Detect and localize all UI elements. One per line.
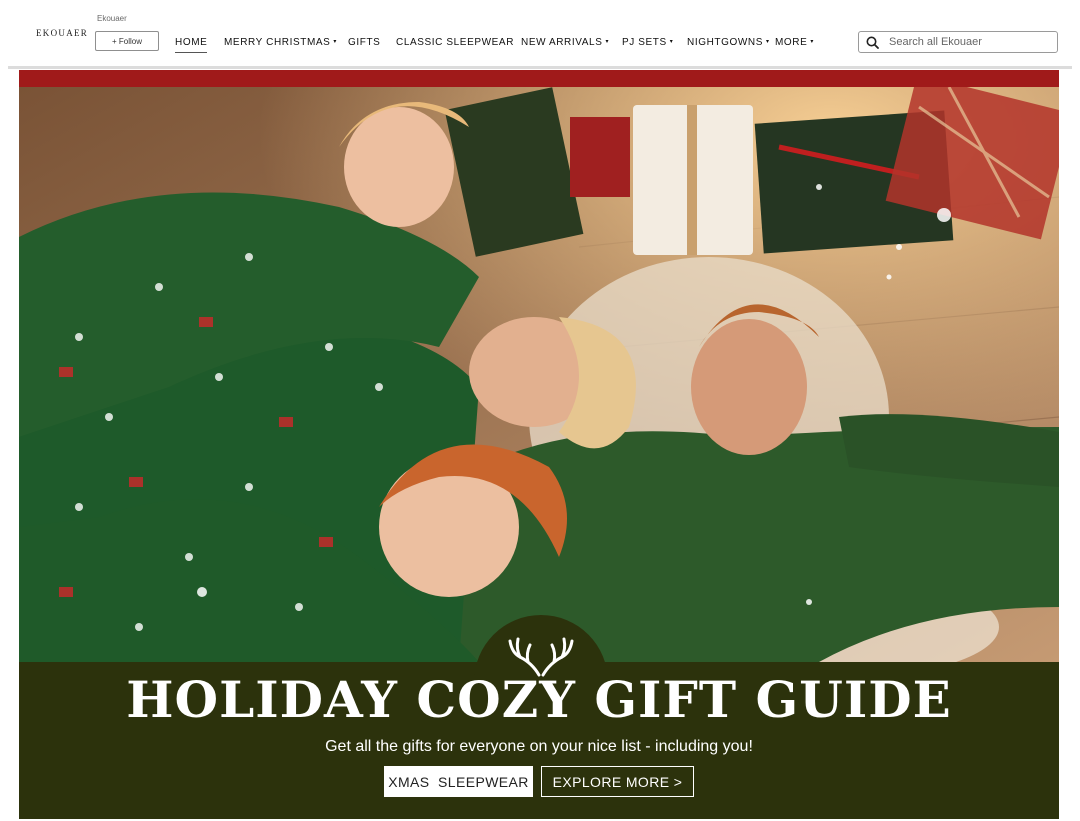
nav-item-more[interactable]: MORE ▾ [775,37,814,48]
follow-button[interactable]: + Follow [95,31,159,51]
chevron-down-icon: ▾ [333,39,338,45]
nav-item-label: NIGHTGOWNS [687,37,763,48]
family-pajamas-photo [19,87,1059,662]
hero-banner[interactable]: HOLIDAY COZY GIFT GUIDE Get all the gift… [19,70,1059,819]
search-box[interactable] [858,31,1058,53]
store-header: EKOUAER Ekouaer + Follow HOME MERRY CHRI… [8,0,1072,69]
nav-item-label: CLASSIC SLEEPWEAR [396,37,515,48]
hero-image [19,87,1059,662]
nav-item-merry-christmas[interactable]: MERRY CHRISTMAS ▾ [224,37,337,48]
search-icon[interactable] [866,36,879,49]
nav-item-nightgowns[interactable]: NIGHTGOWNS ▾ [687,37,770,48]
nav-item-classic-sleepwear[interactable]: CLASSIC SLEEPWEAR [396,37,514,48]
nav-item-label: NEW ARRIVALS [521,37,603,48]
nav-item-label: MORE [775,37,808,48]
nav-item-label: HOME [175,37,208,48]
explore-more-button[interactable]: EXPLORE MORE > [541,766,694,797]
chevron-down-icon: ▾ [669,39,674,45]
chevron-down-icon: ▾ [766,39,770,45]
store-logo[interactable]: EKOUAER [36,28,88,38]
nav-item-label: PJ SETS [622,37,667,48]
hero-headline: HOLIDAY COZY GIFT GUIDE [126,670,952,729]
nav-item-gifts[interactable]: GIFTS [348,37,380,48]
chevron-down-icon: ▾ [605,39,610,45]
xmas-sleepwear-button[interactable]: XMAS SLEEPWEAR [384,766,533,797]
nav-item-new-arrivals[interactable]: NEW ARRIVALS ▾ [521,37,609,48]
nav-item-label: MERRY CHRISTMAS [224,37,331,48]
banner-top-strip [19,70,1059,87]
nav-item-pj-sets[interactable]: PJ SETS ▾ [622,37,673,48]
search-input[interactable] [887,35,1051,49]
brand-name[interactable]: Ekouaer [97,14,127,23]
nav-item-label: GIFTS [348,37,381,48]
hero-subline: Get all the gifts for everyone on your n… [325,738,753,755]
chevron-down-icon: ▾ [810,39,815,45]
nav-item-home[interactable]: HOME [175,37,208,53]
